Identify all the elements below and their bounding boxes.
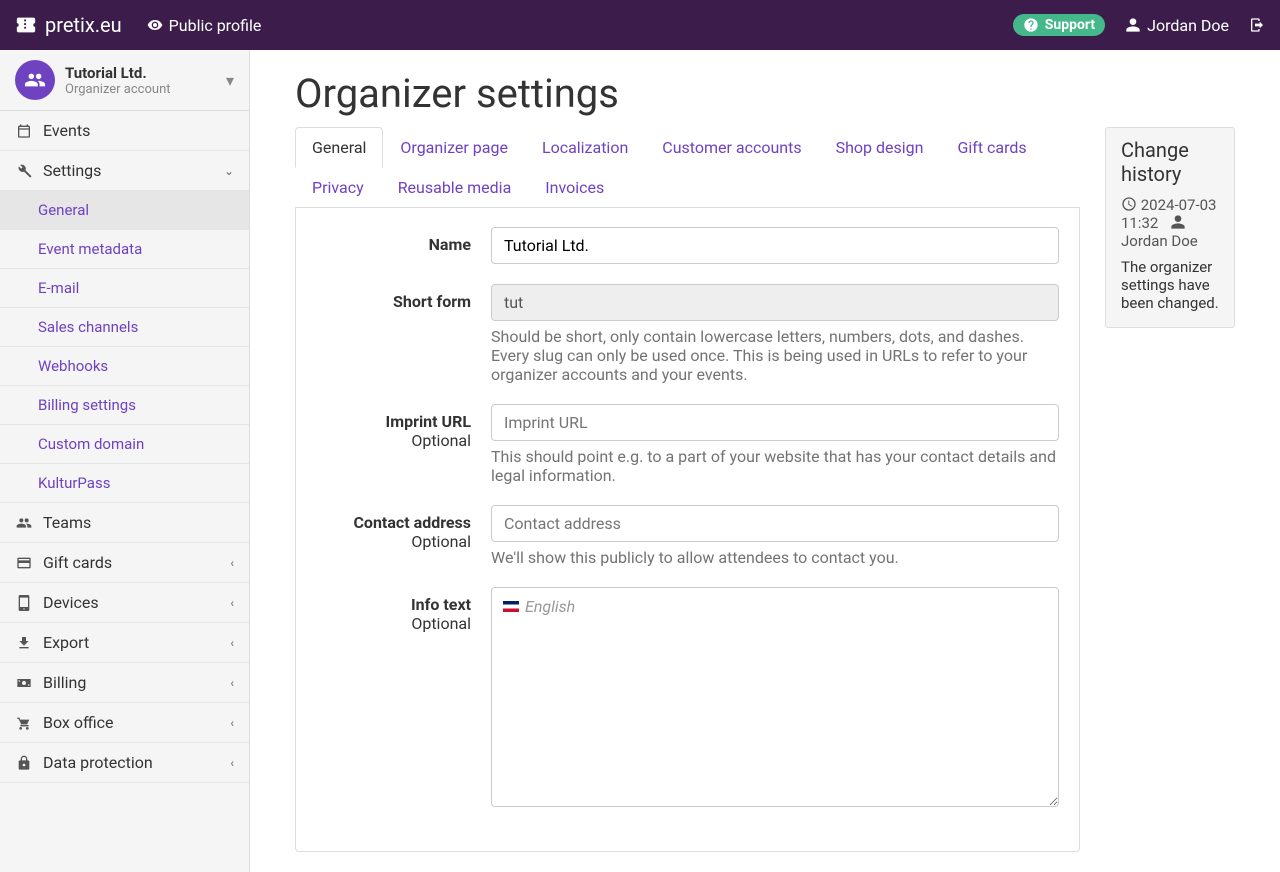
tab-shop-design[interactable]: Shop design bbox=[819, 127, 941, 168]
sidebar-item-billing[interactable]: Billing ‹ bbox=[0, 663, 249, 703]
tab-general[interactable]: General bbox=[295, 127, 383, 168]
change-history-panel: Change history 2024-07-03 11:32 Jordan D… bbox=[1105, 127, 1235, 328]
tab-reusable-media[interactable]: Reusable media bbox=[381, 167, 529, 208]
lock-icon bbox=[15, 755, 33, 771]
sidebar-item-settings[interactable]: Settings ⌄ bbox=[0, 151, 249, 191]
calendar-icon bbox=[15, 123, 33, 139]
organizer-name: Tutorial Ltd. bbox=[65, 64, 171, 82]
chevron-down-icon: ⌄ bbox=[224, 164, 234, 178]
sidebar-item-teams[interactable]: Teams bbox=[0, 503, 249, 543]
tab-invoices[interactable]: Invoices bbox=[528, 167, 621, 208]
sidebar-item-events[interactable]: Events bbox=[0, 111, 249, 151]
sidebar-item-gift-cards[interactable]: Gift cards ‹ bbox=[0, 543, 249, 583]
contact-label: Contact address Optional bbox=[316, 505, 471, 567]
sidebar-item-event-metadata[interactable]: Event metadata bbox=[0, 230, 249, 269]
tab-customer-accounts[interactable]: Customer accounts bbox=[645, 127, 818, 168]
tablet-icon bbox=[15, 595, 33, 611]
page-title: Organizer settings bbox=[295, 70, 1235, 117]
history-title: Change history bbox=[1106, 128, 1234, 196]
caret-down-icon: ▾ bbox=[226, 71, 234, 90]
cart-icon bbox=[15, 715, 33, 731]
main-content: Organizer settings General Organizer pag… bbox=[250, 50, 1280, 872]
brand-text: pretix.eu bbox=[45, 13, 122, 37]
user-icon bbox=[1125, 17, 1141, 33]
sidebar-item-kulturpass[interactable]: KulturPass bbox=[0, 464, 249, 503]
organizer-switcher[interactable]: Tutorial Ltd. Organizer account ▾ bbox=[0, 50, 249, 111]
settings-subnav: General Event metadata E-mail Sales chan… bbox=[0, 191, 249, 503]
question-circle-icon bbox=[1023, 17, 1039, 33]
user-menu[interactable]: Jordan Doe bbox=[1125, 16, 1229, 35]
sidebar-item-box-office[interactable]: Box office ‹ bbox=[0, 703, 249, 743]
tab-privacy[interactable]: Privacy bbox=[295, 167, 381, 208]
short-form-input bbox=[491, 284, 1059, 321]
users-icon bbox=[24, 69, 46, 91]
name-input[interactable] bbox=[491, 227, 1059, 264]
sidebar-item-export[interactable]: Export ‹ bbox=[0, 623, 249, 663]
chevron-left-icon: ‹ bbox=[230, 636, 234, 650]
name-label: Name bbox=[316, 227, 471, 264]
clock-icon bbox=[1121, 196, 1137, 212]
sidebar-item-data-protection[interactable]: Data protection ‹ bbox=[0, 743, 249, 783]
sidebar-item-email[interactable]: E-mail bbox=[0, 269, 249, 308]
contact-help: We'll show this publicly to allow attend… bbox=[491, 548, 1059, 567]
short-form-help: Should be short, only contain lowercase … bbox=[491, 327, 1059, 384]
public-profile-link[interactable]: Public profile bbox=[147, 16, 262, 35]
sidebar-item-billing-settings[interactable]: Billing settings bbox=[0, 386, 249, 425]
download-icon bbox=[15, 635, 33, 651]
ticket-icon bbox=[15, 14, 37, 36]
tabs: General Organizer page Localization Cust… bbox=[295, 127, 1080, 208]
history-meta: 2024-07-03 11:32 Jordan Doe bbox=[1121, 196, 1219, 250]
imprint-label: Imprint URL Optional bbox=[316, 404, 471, 485]
sidebar-item-webhooks[interactable]: Webhooks bbox=[0, 347, 249, 386]
tab-gift-cards[interactable]: Gift cards bbox=[940, 127, 1043, 168]
brand-link[interactable]: pretix.eu bbox=[15, 13, 122, 37]
logout-button[interactable] bbox=[1249, 17, 1265, 33]
chevron-left-icon: ‹ bbox=[230, 716, 234, 730]
history-text: The organizer settings have been changed… bbox=[1121, 258, 1219, 312]
imprint-help: This should point e.g. to a part of your… bbox=[491, 447, 1059, 485]
info-text-textarea[interactable] bbox=[491, 587, 1059, 807]
users-icon bbox=[15, 515, 33, 531]
info-text-label: Info text Optional bbox=[316, 587, 471, 811]
form-panel: Name Short form Should be short, only co… bbox=[295, 207, 1080, 852]
sign-out-icon bbox=[1249, 17, 1265, 33]
contact-address-input[interactable] bbox=[491, 505, 1059, 542]
chevron-left-icon: ‹ bbox=[230, 676, 234, 690]
money-icon bbox=[15, 675, 33, 691]
eye-icon bbox=[147, 17, 163, 33]
user-icon bbox=[1170, 214, 1186, 230]
sidebar: Tutorial Ltd. Organizer account ▾ Events… bbox=[0, 50, 250, 872]
chevron-left-icon: ‹ bbox=[230, 596, 234, 610]
tab-localization[interactable]: Localization bbox=[525, 127, 645, 168]
short-form-label: Short form bbox=[316, 284, 471, 384]
topbar: pretix.eu Public profile Support Jordan … bbox=[0, 0, 1280, 50]
chevron-left-icon: ‹ bbox=[230, 756, 234, 770]
sidebar-item-general[interactable]: General bbox=[0, 191, 249, 230]
sidebar-item-devices[interactable]: Devices ‹ bbox=[0, 583, 249, 623]
chevron-left-icon: ‹ bbox=[230, 556, 234, 570]
sidebar-item-custom-domain[interactable]: Custom domain bbox=[0, 425, 249, 464]
sidebar-item-sales-channels[interactable]: Sales channels bbox=[0, 308, 249, 347]
tab-organizer-page[interactable]: Organizer page bbox=[383, 127, 525, 168]
wrench-icon bbox=[15, 163, 33, 179]
support-button[interactable]: Support bbox=[1013, 14, 1105, 36]
imprint-url-input[interactable] bbox=[491, 404, 1059, 441]
organizer-avatar bbox=[15, 60, 55, 100]
organizer-subtitle: Organizer account bbox=[65, 82, 171, 97]
credit-card-icon bbox=[15, 555, 33, 571]
